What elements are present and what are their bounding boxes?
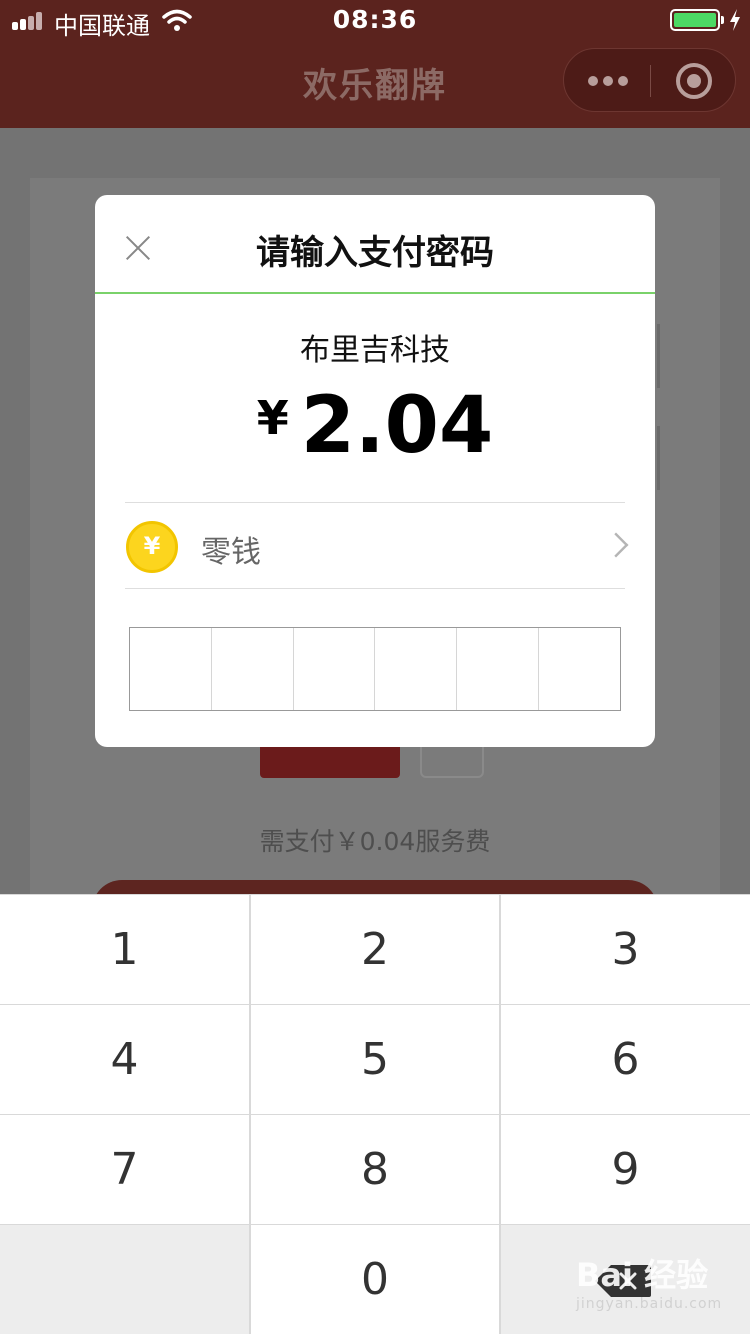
status-bar: 中国联通 08:36 <box>0 0 750 40</box>
key-9[interactable]: 9 <box>501 1115 750 1224</box>
payment-amount: ¥2.04 <box>95 381 655 471</box>
baidu-watermark: Bai 经验 jingyan.baidu.com <box>576 1250 722 1312</box>
key-2[interactable]: 2 <box>251 895 499 1004</box>
watermark-text: Bai 经验 <box>576 1256 709 1294</box>
amount-value: 2.04 <box>300 381 494 471</box>
password-digit-cell <box>539 628 620 710</box>
password-digit-cell <box>212 628 294 710</box>
background-field <box>657 324 660 388</box>
background-field <box>657 426 660 490</box>
capsule-divider <box>650 65 651 97</box>
key-6[interactable]: 6 <box>501 1005 750 1114</box>
key-5[interactable]: 5 <box>251 1005 499 1114</box>
key-3[interactable]: 3 <box>501 895 750 1004</box>
divider <box>125 588 625 589</box>
key-8[interactable]: 8 <box>251 1115 499 1224</box>
close-miniprogram-icon[interactable] <box>676 63 712 99</box>
top-bar: 中国联通 08:36 欢乐翻牌 <box>0 0 750 128</box>
dialog-title: 请输入支付密码 <box>256 233 494 273</box>
password-digit-cell <box>294 628 376 710</box>
password-digit-cell <box>130 628 212 710</box>
key-4[interactable]: 4 <box>0 1005 249 1114</box>
password-digit-cell <box>457 628 540 710</box>
watermark-url: jingyan.baidu.com <box>576 1296 723 1312</box>
key-blank <box>0 1225 249 1334</box>
wallet-coin-icon: ¥ <box>126 521 178 573</box>
miniprogram-capsule <box>563 48 736 112</box>
payment-method-label: 零钱 <box>201 535 261 570</box>
clock: 08:36 <box>332 5 418 34</box>
payment-password-dialog: 请输入支付密码 布里吉科技 ¥2.04 ¥ 零钱 <box>95 195 655 747</box>
merchant-name: 布里吉科技 <box>300 333 450 368</box>
battery-cap <box>721 16 724 24</box>
password-input[interactable] <box>129 627 621 711</box>
key-1[interactable]: 1 <box>0 895 249 1004</box>
password-digit-cell <box>375 628 458 710</box>
charging-icon <box>730 9 740 31</box>
chevron-right-icon <box>603 532 629 558</box>
service-fee-text: 需支付￥0.04服务费 <box>259 827 491 856</box>
key-7[interactable]: 7 <box>0 1115 249 1224</box>
battery-icon <box>670 9 720 31</box>
divider <box>125 502 625 503</box>
currency-symbol: ¥ <box>256 391 289 445</box>
more-icon[interactable] <box>588 71 628 91</box>
key-0[interactable]: 0 <box>251 1225 499 1334</box>
dialog-title-divider <box>95 292 655 294</box>
